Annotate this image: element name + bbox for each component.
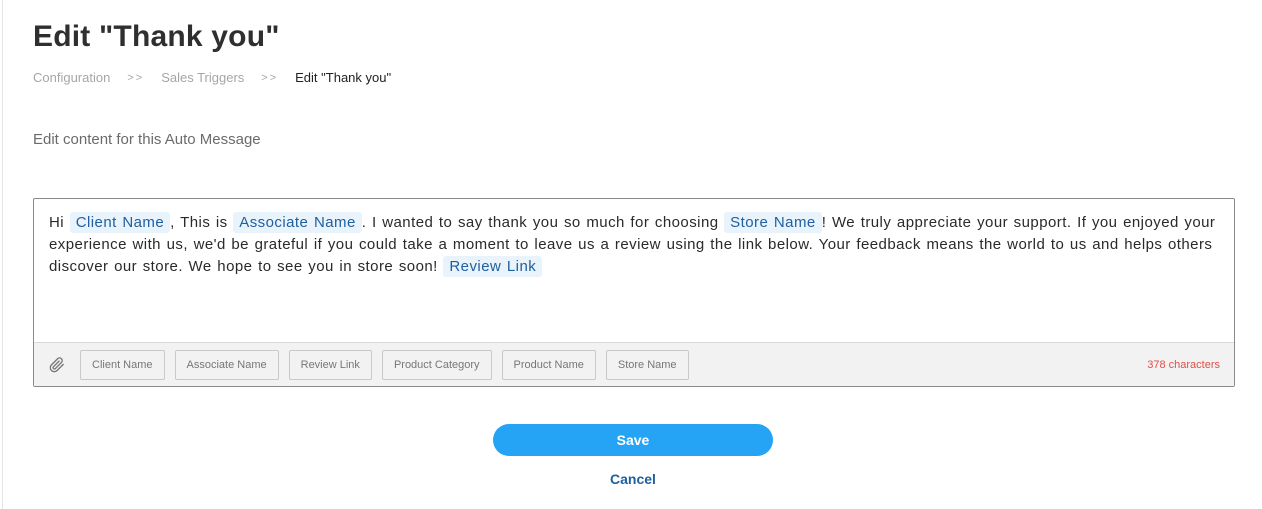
page-subtitle: Edit content for this Auto Message — [33, 131, 261, 148]
placeholder-tag[interactable]: Client Name — [69, 212, 171, 233]
breadcrumb-separator: >> — [261, 71, 279, 84]
message-text: . I wanted to say thank you so much for … — [361, 214, 725, 231]
breadcrumb-separator: >> — [127, 71, 145, 84]
page-title: Edit "Thank you" — [33, 20, 280, 53]
insert-associate-name-button[interactable]: Associate Name — [174, 349, 279, 380]
breadcrumb-current: Edit "Thank you" — [295, 70, 392, 85]
insert-product-name-button[interactable]: Product Name — [501, 349, 596, 380]
insert-product-category-button[interactable]: Product Category — [381, 349, 492, 380]
placeholder-tag[interactable]: Associate Name — [233, 212, 362, 233]
insert-review-link-button[interactable]: Review Link — [288, 349, 372, 380]
page: Edit "Thank you" Configuration >> Sales … — [0, 0, 1262, 509]
message-text: , This is — [170, 214, 234, 231]
editor-toolbar: Client Name Associate Name Review Link P… — [34, 342, 1234, 386]
left-divider — [2, 0, 3, 509]
message-editor: Hi Client Name, This is Associate Name. … — [33, 198, 1235, 387]
breadcrumb: Configuration >> Sales Triggers >> Edit … — [33, 70, 391, 85]
cancel-link[interactable]: Cancel — [493, 471, 773, 487]
breadcrumb-sales-triggers[interactable]: Sales Triggers — [161, 70, 244, 85]
placeholder-tag[interactable]: Review Link — [443, 256, 543, 277]
breadcrumb-configuration[interactable]: Configuration — [33, 70, 110, 85]
insert-store-name-button[interactable]: Store Name — [605, 349, 689, 380]
message-text-area[interactable]: Hi Client Name, This is Associate Name. … — [49, 212, 1220, 278]
paperclip-icon[interactable] — [34, 343, 80, 387]
character-count: 378 characters — [1147, 359, 1220, 371]
placeholder-tag[interactable]: Store Name — [724, 212, 822, 233]
insert-client-name-button[interactable]: Client Name — [80, 349, 165, 380]
message-text: Hi — [49, 214, 70, 231]
save-button[interactable]: Save — [493, 424, 773, 456]
